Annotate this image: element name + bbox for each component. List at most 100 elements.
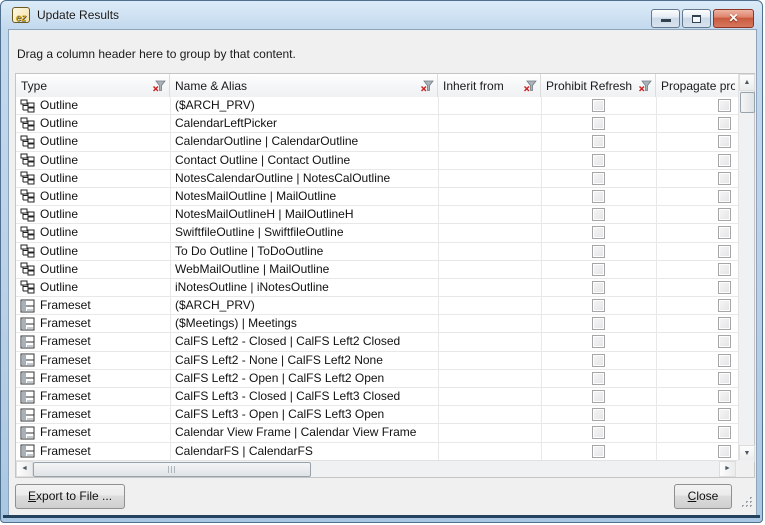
scroll-left-button[interactable]: ◄ [16,461,33,477]
close-icon: ✕ [714,11,753,25]
table-row[interactable]: Frameset($ARCH_PRV) [16,297,738,315]
prohibit-refresh-checkbox[interactable] [592,135,605,148]
propagate-checkbox[interactable] [718,445,731,458]
filter-icon[interactable] [420,80,434,92]
filter-icon[interactable] [152,80,166,92]
prohibit-refresh-checkbox[interactable] [592,281,605,294]
propagate-checkbox[interactable] [718,317,731,330]
propagate-checkbox[interactable] [718,154,731,167]
close-button[interactable]: Close [674,484,732,509]
prohibit-refresh-checkbox[interactable] [592,445,605,458]
prohibit-refresh-checkbox[interactable] [592,317,605,330]
table-row[interactable]: OutlineCalendarLeftPicker [16,115,738,133]
prohibit-refresh-checkbox[interactable] [592,426,605,439]
prohibit-refresh-checkbox[interactable] [592,99,605,112]
prohibit-refresh-checkbox[interactable] [592,408,605,421]
table-row[interactable]: OutlineContact Outline | Contact Outline [16,152,738,170]
propagate-checkbox[interactable] [718,335,731,348]
table-row[interactable]: FramesetCalFS Left3 - Open | CalFS Left3… [16,406,738,424]
table-row[interactable]: OutlineiNotesOutline | iNotesOutline [16,279,738,297]
propagate-checkbox[interactable] [718,426,731,439]
propagate-checkbox[interactable] [718,372,731,385]
table-row[interactable]: Frameset($Meetings) | Meetings [16,315,738,333]
propagate-checkbox[interactable] [718,117,731,130]
row-type-cell: Outline [20,279,168,296]
row-type-label: Frameset [40,406,91,423]
propagate-checkbox[interactable] [718,245,731,258]
propagate-checkbox[interactable] [718,208,731,221]
resize-grip[interactable] [741,496,754,509]
propagate-checkbox[interactable] [718,135,731,148]
propagate-checkbox[interactable] [718,99,731,112]
scrollbar-corner [738,460,754,477]
title-bar[interactable]: ez Update Results ✕ [1,1,762,29]
prohibit-refresh-checkbox[interactable] [592,154,605,167]
frameset-icon [20,353,35,367]
propagate-checkbox[interactable] [718,190,731,203]
horizontal-scrollbar-thumb[interactable] [33,462,311,477]
export-to-file-button[interactable]: Export to File ... [15,484,125,509]
row-type-label: Frameset [40,388,91,405]
prohibit-refresh-checkbox[interactable] [592,372,605,385]
scroll-right-button[interactable]: ► [719,461,736,477]
vertical-scrollbar-thumb[interactable] [740,92,755,113]
propagate-checkbox[interactable] [718,263,731,276]
prohibit-refresh-checkbox[interactable] [592,117,605,130]
close-window-button[interactable]: ✕ [713,9,754,28]
row-type-label: Frameset [40,370,91,387]
prohibit-refresh-checkbox[interactable] [592,190,605,203]
filter-icon[interactable] [523,80,537,92]
prohibit-refresh-checkbox[interactable] [592,226,605,239]
column-header-propagate[interactable]: Propagate pro [656,74,738,97]
table-row[interactable]: FramesetCalFS Left2 - None | CalFS Left2… [16,352,738,370]
filter-icon[interactable] [638,80,652,92]
row-type-label: Outline [40,224,78,241]
table-row[interactable]: OutlineTo Do Outline | ToDoOutline [16,243,738,261]
column-header-prohibit-refresh[interactable]: Prohibit Refresh [541,74,656,97]
row-type-cell: Frameset [20,443,168,460]
row-type-label: Outline [40,279,78,296]
propagate-checkbox[interactable] [718,172,731,185]
prohibit-refresh-checkbox[interactable] [592,263,605,276]
minimize-button[interactable] [651,9,680,28]
column-header-inherit-from[interactable]: Inherit from [438,74,541,97]
row-type-label: Outline [40,97,78,114]
table-row[interactable]: Outline($ARCH_PRV) [16,97,738,115]
propagate-checkbox[interactable] [718,354,731,367]
propagate-checkbox[interactable] [718,299,731,312]
horizontal-scrollbar[interactable]: ◄ ► [16,460,738,477]
table-row[interactable]: OutlineCalendarOutline | CalendarOutline [16,133,738,151]
table-row[interactable]: FramesetCalFS Left3 - Closed | CalFS Lef… [16,388,738,406]
propagate-checkbox[interactable] [718,390,731,403]
prohibit-refresh-checkbox[interactable] [592,335,605,348]
propagate-checkbox[interactable] [718,226,731,239]
prohibit-refresh-checkbox[interactable] [592,172,605,185]
prohibit-refresh-checkbox[interactable] [592,208,605,221]
frameset-icon [20,426,35,440]
prohibit-refresh-checkbox[interactable] [592,299,605,312]
row-name-alias: CalFS Left2 - None | CalFS Left2 None [175,352,435,369]
table-row[interactable]: FramesetCalendar View Frame | Calendar V… [16,424,738,442]
row-type-cell: Outline [20,188,168,205]
propagate-checkbox[interactable] [718,281,731,294]
prohibit-refresh-checkbox[interactable] [592,390,605,403]
column-header-type[interactable]: Type [16,74,170,97]
table-row[interactable]: FramesetCalFS Left2 - Closed | CalFS Lef… [16,333,738,351]
row-name-alias: ($ARCH_PRV) [175,297,435,314]
table-row[interactable]: OutlineNotesMailOutlineH | MailOutlineH [16,206,738,224]
vertical-scrollbar[interactable]: ▲ ▼ [738,74,754,462]
propagate-checkbox[interactable] [718,408,731,421]
prohibit-refresh-checkbox[interactable] [592,354,605,367]
scroll-up-button[interactable]: ▲ [739,74,755,91]
row-type-label: Frameset [40,424,91,441]
maximize-button[interactable] [682,9,711,28]
row-name-alias: NotesCalendarOutline | NotesCalOutline [175,170,435,187]
table-row[interactable]: OutlineWebMailOutline | MailOutline [16,261,738,279]
table-row[interactable]: OutlineSwiftfileOutline | SwiftfileOutli… [16,224,738,242]
column-header-name-alias[interactable]: Name & Alias [170,74,438,97]
table-row[interactable]: OutlineNotesMailOutline | MailOutline [16,188,738,206]
prohibit-refresh-checkbox[interactable] [592,245,605,258]
table-row[interactable]: FramesetCalendarFS | CalendarFS [16,443,738,461]
table-row[interactable]: OutlineNotesCalendarOutline | NotesCalOu… [16,170,738,188]
table-row[interactable]: FramesetCalFS Left2 - Open | CalFS Left2… [16,370,738,388]
